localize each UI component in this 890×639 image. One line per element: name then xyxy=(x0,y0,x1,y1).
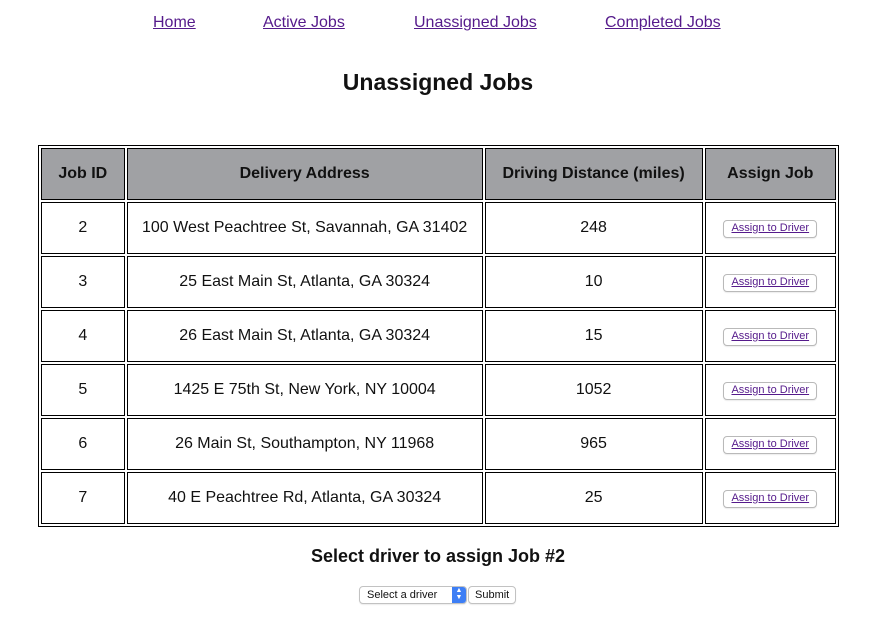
assign-cell: Assign to Driver xyxy=(704,310,836,362)
column-header-job-id: Job ID xyxy=(41,148,125,200)
distance-cell: 248 xyxy=(484,202,703,254)
job-id-cell: 3 xyxy=(41,256,125,308)
assign-to-driver-button[interactable]: Assign to Driver xyxy=(723,490,818,508)
assign-to-driver-button[interactable]: Assign to Driver xyxy=(723,220,818,238)
table-row: 3 25 East Main St, Atlanta, GA 30324 10 … xyxy=(41,256,836,308)
address-cell: 40 E Peachtree Rd, Atlanta, GA 30324 xyxy=(126,472,483,524)
table-header: Job ID Delivery Address Driving Distance… xyxy=(41,148,836,200)
table-row: 4 26 East Main St, Atlanta, GA 30324 15 … xyxy=(41,310,836,362)
assign-cell: Assign to Driver xyxy=(704,202,836,254)
job-id-cell: 2 xyxy=(41,202,125,254)
assign-to-driver-button[interactable]: Assign to Driver xyxy=(723,274,818,292)
job-id-cell: 7 xyxy=(41,472,125,524)
nav-link-completed-jobs[interactable]: Completed Jobs xyxy=(605,12,721,34)
table-row: 6 26 Main St, Southampton, NY 11968 965 … xyxy=(41,418,836,470)
address-cell: 25 East Main St, Atlanta, GA 30324 xyxy=(126,256,483,308)
column-header-assign-job: Assign Job xyxy=(704,148,836,200)
submit-button[interactable]: Submit xyxy=(468,586,517,604)
job-id-cell: 5 xyxy=(41,364,125,416)
assign-form-title: Select driver to assign Job #2 xyxy=(310,546,566,566)
table-row: 7 40 E Peachtree Rd, Atlanta, GA 30324 2… xyxy=(41,472,836,524)
column-header-delivery-address: Delivery Address xyxy=(126,148,483,200)
assign-cell: Assign to Driver xyxy=(704,418,836,470)
driver-select[interactable]: Select a driver ▲ ▼ xyxy=(359,586,467,604)
job-id-cell: 6 xyxy=(41,418,125,470)
table-header-row: Job ID Delivery Address Driving Distance… xyxy=(41,148,836,200)
address-cell: 26 Main St, Southampton, NY 11968 xyxy=(126,418,483,470)
job-id-cell: 4 xyxy=(41,310,125,362)
distance-cell: 25 xyxy=(484,472,703,524)
assign-driver-form: Select a driver ▲ ▼ Submit xyxy=(359,586,517,604)
distance-cell: 10 xyxy=(484,256,703,308)
column-header-driving-distance: Driving Distance (miles) xyxy=(484,148,703,200)
select-arrows-icon: ▲ ▼ xyxy=(452,587,466,603)
assign-to-driver-button[interactable]: Assign to Driver xyxy=(723,382,818,400)
address-cell: 1425 E 75th St, New York, NY 10004 xyxy=(126,364,483,416)
table-row: 5 1425 E 75th St, New York, NY 10004 105… xyxy=(41,364,836,416)
distance-cell: 965 xyxy=(484,418,703,470)
nav-link-active-jobs[interactable]: Active Jobs xyxy=(263,12,345,34)
address-cell: 26 East Main St, Atlanta, GA 30324 xyxy=(126,310,483,362)
page-title: Unassigned Jobs xyxy=(342,69,534,95)
top-nav: Home Active Jobs Unassigned Jobs Complet… xyxy=(0,12,890,34)
table-row: 2 100 West Peachtree St, Savannah, GA 31… xyxy=(41,202,836,254)
nav-link-home[interactable]: Home xyxy=(153,12,196,34)
table-body: 2 100 West Peachtree St, Savannah, GA 31… xyxy=(41,202,836,524)
nav-link-unassigned-jobs[interactable]: Unassigned Jobs xyxy=(414,12,537,34)
assign-cell: Assign to Driver xyxy=(704,256,836,308)
unassigned-jobs-table: Job ID Delivery Address Driving Distance… xyxy=(38,145,839,527)
assign-cell: Assign to Driver xyxy=(704,364,836,416)
driver-select-value: Select a driver xyxy=(367,589,438,601)
distance-cell: 15 xyxy=(484,310,703,362)
assign-cell: Assign to Driver xyxy=(704,472,836,524)
assign-to-driver-button[interactable]: Assign to Driver xyxy=(723,328,818,346)
address-cell: 100 West Peachtree St, Savannah, GA 3140… xyxy=(126,202,483,254)
distance-cell: 1052 xyxy=(484,364,703,416)
assign-to-driver-button[interactable]: Assign to Driver xyxy=(723,436,818,454)
